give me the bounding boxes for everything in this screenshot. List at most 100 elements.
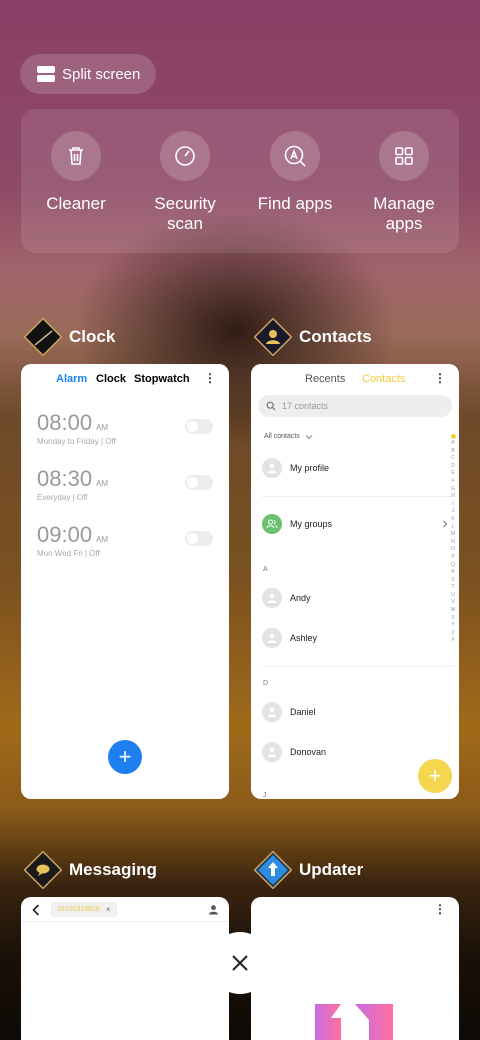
manage-apps-button[interactable]: Manage apps [349, 131, 459, 234]
section-header: A [263, 566, 268, 573]
person-icon [267, 593, 277, 603]
quick-tools-panel: Cleaner Security scan Find apps Manage a… [21, 109, 459, 253]
index-letter[interactable]: B [449, 448, 457, 456]
alarm-toggle[interactable] [185, 419, 213, 434]
alarm-time: 08:00 [37, 410, 93, 435]
contact-row[interactable]: Ashley [262, 628, 317, 648]
contact-row[interactable]: Donovan [262, 742, 326, 762]
alarm-toggle[interactable] [185, 531, 213, 546]
index-letter[interactable]: Z [449, 630, 457, 638]
index-letter[interactable]: M [449, 531, 457, 539]
find-apps-button[interactable]: Find apps [240, 131, 350, 214]
index-letter[interactable]: A [449, 440, 457, 448]
contacts-filter-dropdown[interactable]: All contacts [264, 433, 313, 440]
index-letter[interactable]: T [449, 584, 457, 592]
index-letter[interactable]: L [449, 524, 457, 532]
messaging-app-header[interactable]: Messaging [24, 851, 157, 889]
person-icon[interactable] [208, 904, 219, 915]
contacts-app-title: Contacts [299, 327, 372, 346]
index-letter[interactable]: D [449, 463, 457, 471]
index-letter[interactable]: K [449, 516, 457, 524]
plus-icon: + [428, 763, 442, 788]
tab-recents[interactable]: Recents [305, 373, 345, 385]
index-letter[interactable]: Y [449, 622, 457, 630]
grid-icon [379, 131, 429, 181]
clock-app-icon [24, 318, 62, 356]
avatar [262, 588, 282, 608]
divider [262, 496, 454, 497]
index-letter[interactable]: G [449, 486, 457, 494]
security-scan-label: Security scan [154, 194, 216, 233]
contact-row[interactable]: Andy [262, 588, 311, 608]
more-options-icon[interactable]: ⋮ [434, 371, 446, 385]
back-arrow-icon[interactable] [32, 904, 40, 916]
tab-clock[interactable]: Clock [96, 373, 126, 385]
add-alarm-button[interactable]: + [108, 740, 142, 774]
chevron-right-icon [443, 520, 448, 528]
close-icon[interactable]: × [106, 905, 111, 914]
updater-app-card[interactable]: ⋮ [251, 897, 459, 1040]
more-options-icon[interactable]: ⋮ [434, 902, 446, 916]
index-letter[interactable]: J [449, 508, 457, 516]
split-screen-button[interactable]: Split screen [20, 54, 156, 94]
messaging-app-card[interactable]: 16700316826 × [21, 897, 229, 1040]
clock-app-header[interactable]: Clock [24, 318, 115, 356]
alarm-item[interactable]: 08:30 AM Everyday | Off [37, 466, 108, 502]
alarm-item[interactable]: 08:00 AM Monday to Friday | Off [37, 410, 116, 446]
cleaner-button[interactable]: Cleaner [21, 131, 131, 214]
updater-app-header[interactable]: Updater [254, 851, 363, 889]
split-screen-label: Split screen [62, 65, 141, 83]
tab-contacts[interactable]: Contacts [362, 373, 405, 385]
contact-name: Ashley [290, 633, 318, 643]
contact-name: Daniel [290, 707, 316, 717]
person-icon [267, 463, 277, 473]
find-apps-icon [270, 131, 320, 181]
avatar [262, 702, 282, 722]
tab-stopwatch[interactable]: Stopwatch [134, 373, 190, 385]
index-letter[interactable]: R [449, 569, 457, 577]
tab-alarm[interactable]: Alarm [56, 373, 87, 385]
gauge-icon [160, 131, 210, 181]
index-letter[interactable]: O [449, 546, 457, 554]
alarm-item[interactable]: 09:00 AM Mon Wed Fri | Off [37, 522, 108, 558]
index-letter[interactable]: W [449, 607, 457, 615]
contact-row[interactable]: Daniel [262, 702, 316, 722]
contacts-app-header[interactable]: Contacts [254, 318, 372, 356]
clear-all-button[interactable] [209, 932, 271, 994]
alarm-toggle[interactable] [185, 475, 213, 490]
index-letter[interactable]: X [449, 615, 457, 623]
index-letter[interactable]: # [449, 637, 457, 645]
contacts-app-card[interactable]: Recents Contacts ⋮ 17 contacts All conta… [251, 364, 459, 799]
index-letter[interactable]: S [449, 577, 457, 585]
index-letter[interactable]: C [449, 455, 457, 463]
add-contact-button[interactable]: + [418, 759, 452, 793]
recipient-number: 16700316826 [57, 906, 100, 913]
alarm-days: Everyday | Off [37, 493, 88, 502]
split-screen-icon [37, 66, 55, 82]
more-options-icon[interactable]: ⋮ [204, 371, 216, 385]
index-letter[interactable]: F [449, 478, 457, 486]
group-icon [266, 519, 278, 529]
index-letter[interactable]: U [449, 592, 457, 600]
index-letter[interactable]: H [449, 493, 457, 501]
contacts-search-input[interactable]: 17 contacts [258, 395, 452, 417]
clock-app-card[interactable]: Alarm Clock Stopwatch ⋮ 08:00 AM Monday t… [21, 364, 229, 799]
recipient-chip[interactable]: 16700316826 × [51, 902, 117, 917]
index-letter[interactable]: N [449, 539, 457, 547]
alarm-time: 08:30 [37, 466, 93, 491]
my-profile-label: My profile [290, 463, 330, 473]
alarm-days: Monday to Friday | Off [37, 437, 116, 446]
index-letter[interactable]: Q [449, 562, 457, 570]
index-letter[interactable]: I [449, 501, 457, 509]
index-letter[interactable]: V [449, 599, 457, 607]
avatar [262, 628, 282, 648]
index-letter[interactable]: E [449, 470, 457, 478]
alarm-days: Mon Wed Fri | Off [37, 549, 100, 558]
alphabet-index[interactable]: A B C D E F G H I J K L M N O P Q R S T U V W X Y Z # [449, 434, 457, 645]
security-scan-button[interactable]: Security scan [130, 131, 240, 234]
filter-label: All contacts [264, 433, 300, 440]
my-groups-row[interactable]: My groups [262, 514, 448, 534]
alarm-time: 09:00 [37, 522, 93, 547]
my-profile-row[interactable]: My profile [262, 458, 329, 478]
index-letter[interactable]: P [449, 554, 457, 562]
